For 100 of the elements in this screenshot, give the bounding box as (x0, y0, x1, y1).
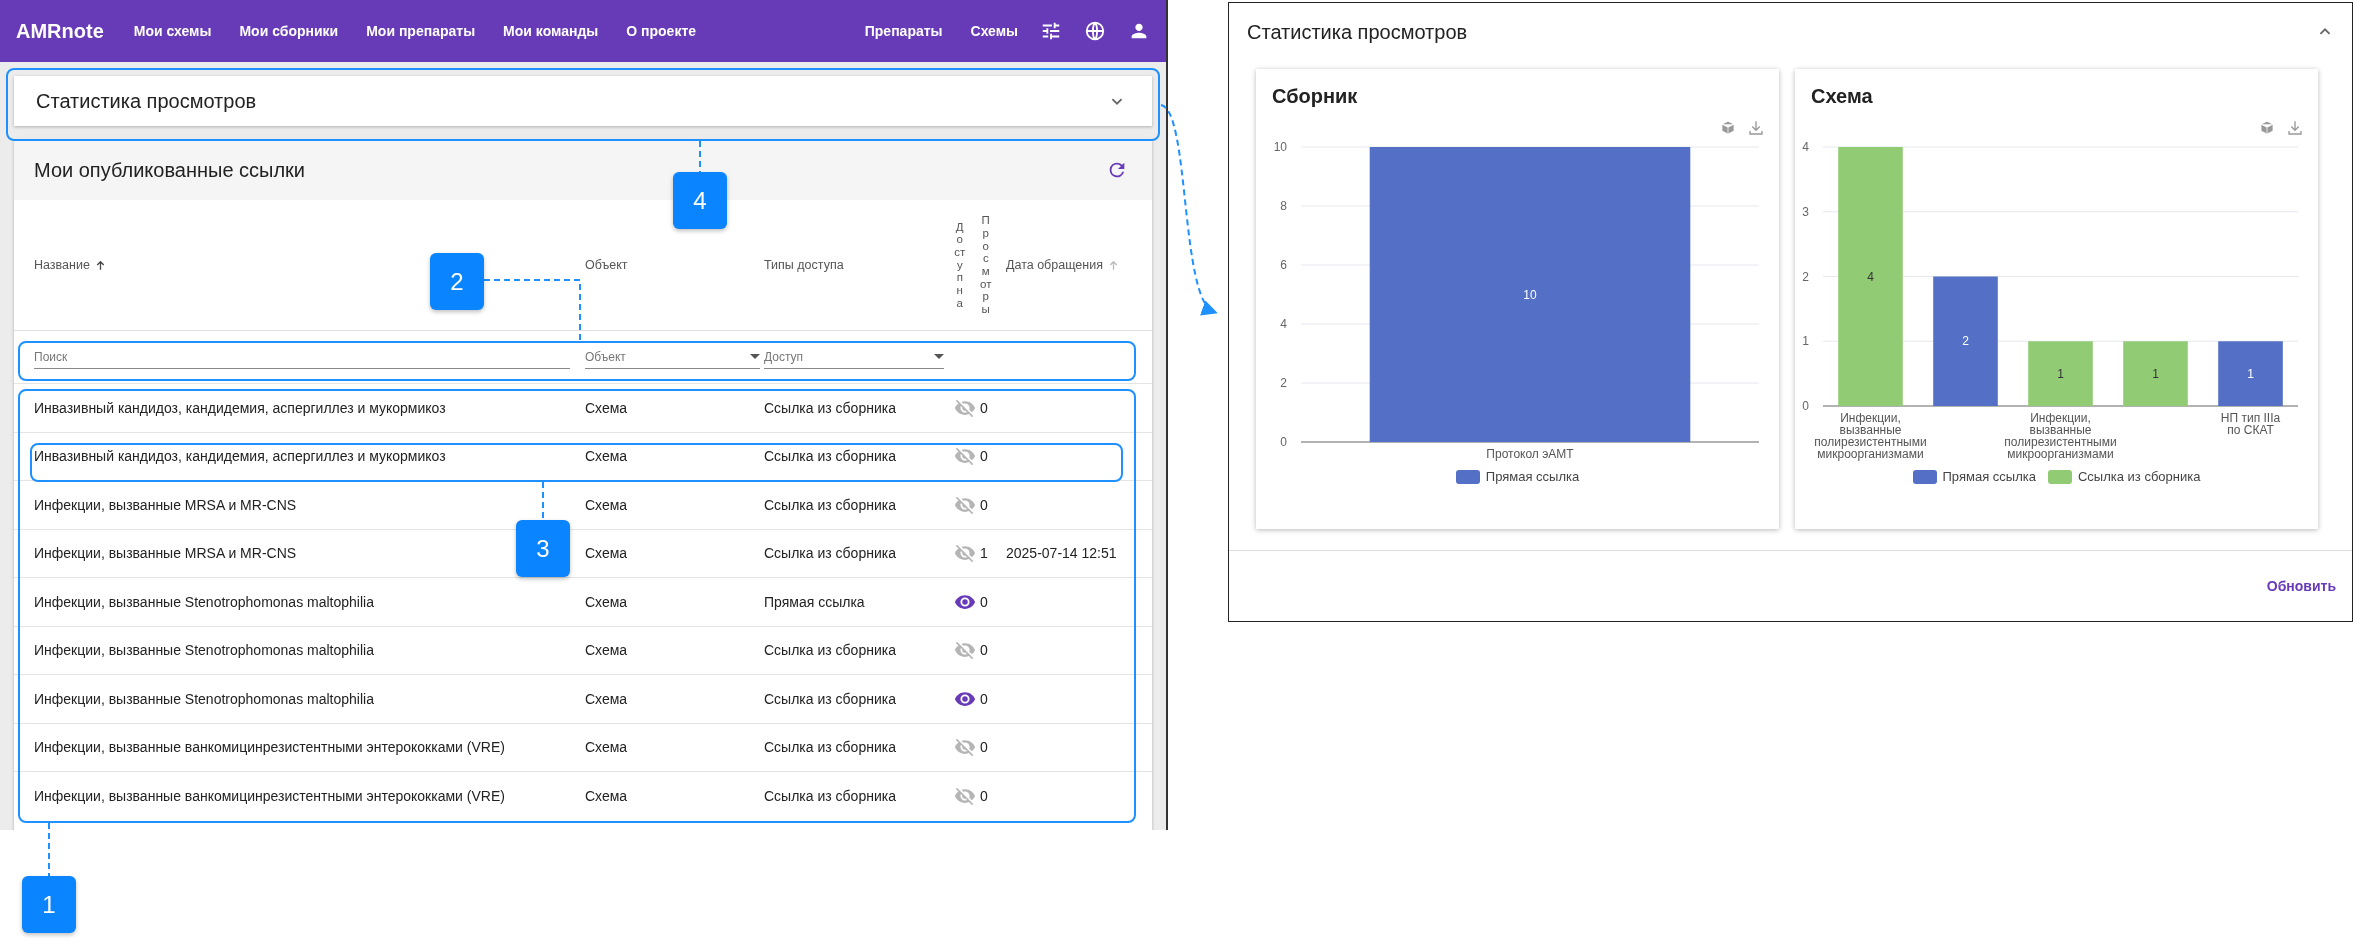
column-header[interactable]: Объект (585, 258, 628, 272)
table-cell: Инфекции, вызванные Stenotrophomonas maltophilia (34, 690, 374, 707)
card-title: Мои опубликованные ссылки (34, 158, 306, 182)
table-cell: Ссылка из сборника (764, 739, 896, 756)
axis-tick-label: 4 (1280, 317, 1287, 331)
nav-link[interactable]: Схемы (970, 23, 1018, 39)
column-header[interactable]: Типы доступа (764, 258, 844, 272)
cube-icon[interactable] (1719, 119, 1737, 137)
callout-badge: 1 (22, 876, 76, 933)
table-cell: Ссылка из сборника (764, 545, 896, 562)
axis-tick-label: 2 (1802, 269, 1809, 284)
refresh-button[interactable]: Обновить (2258, 572, 2344, 600)
table-cell: Схема (585, 545, 628, 562)
table-cell: 0 (980, 496, 988, 513)
callout-badge: 2 (430, 253, 484, 310)
axis-label: Инфекции, вызванные полирезистентными микроорганизмами (1814, 411, 1927, 461)
table-cell: 0 (980, 593, 988, 610)
caret-icon (934, 354, 944, 359)
caret-icon (750, 354, 760, 359)
table-cell: Схема (585, 690, 628, 707)
search-field[interactable]: Поиск (34, 345, 570, 369)
table-cell: Инвазивный кандидоз, кандидемия, аспергиллез и мукормикоз (34, 448, 446, 465)
table-cell: Ссылка из сборника (764, 448, 896, 465)
settings-sliders-icon[interactable] (1040, 20, 1062, 42)
table-cell: Инфекции, вызванные ванкомицинрезистентными энтерококками (VRE) (34, 787, 505, 804)
legend-label[interactable]: Прямая ссылка (1485, 469, 1580, 484)
data-label: 4 (1867, 269, 1874, 284)
data-label: 10 (1523, 287, 1537, 302)
table-cell: 0 (980, 399, 988, 416)
axis-label: Инфекции, вызванные полирезистентными микроорганизмами (2004, 411, 2117, 461)
axis-label: НП тип IIIa по СКАТ (2220, 411, 2281, 437)
axis-tick-label: 3 (1802, 204, 1809, 219)
cube-icon[interactable] (2258, 119, 2276, 137)
table-cell: 0 (980, 739, 988, 756)
table-cell: Ссылка из сборника (764, 642, 896, 659)
nav-link[interactable]: Мои схемы (133, 23, 212, 39)
legend-label[interactable]: Прямая ссылка (1942, 469, 2036, 484)
axis-tick-label: 2 (1280, 376, 1287, 390)
axis-tick-label: 0 (1802, 399, 1809, 413)
axis-tick-label: 1 (1802, 334, 1809, 349)
chart-title: Сборник (1271, 84, 1359, 109)
data-label: 1 (2152, 366, 2159, 381)
axis-label: Протокол эАМТ (1486, 447, 1574, 461)
table-cell: 1 (980, 545, 988, 562)
column-header[interactable]: Название (34, 258, 90, 272)
nav-link[interactable]: Мои команды (503, 23, 599, 39)
column-header[interactable]: Доступна (954, 220, 966, 310)
table-cell: Схема (585, 448, 628, 465)
panel-title: Статистика просмотров (36, 89, 257, 113)
chart-title: Схема (1810, 84, 1874, 109)
table-cell: Схема (585, 642, 628, 659)
table-cell: Инвазивный кандидоз, кандидемия, аспергиллез и мукормикоз (34, 399, 446, 416)
axis-tick-label: 8 (1280, 199, 1287, 213)
table-cell: Ссылка из сборника (764, 496, 896, 513)
table-cell: Инфекции, вызванные MRSA и MR-CNS (34, 545, 297, 562)
globe-icon[interactable] (1084, 20, 1106, 42)
leader-line (699, 140, 701, 173)
leader-line (542, 481, 544, 521)
table-cell: Прямая ссылка (764, 593, 865, 610)
axis-tick-label: 10 (1273, 140, 1287, 154)
table-cell: Схема (585, 593, 628, 610)
callout-badge: 3 (516, 520, 570, 577)
legend-label[interactable]: Ссылка из сборника (2077, 469, 2201, 484)
table-cell: Инфекции, вызванные ванкомицинрезистентными энтерококками (VRE) (34, 739, 505, 756)
download-icon[interactable] (1747, 119, 1765, 137)
axis-tick-label: 4 (1802, 140, 1809, 154)
app-logo[interactable]: AMRnote (16, 19, 104, 43)
table-cell: Схема (585, 496, 628, 513)
axis-tick-label: 0 (1280, 435, 1287, 449)
table-cell: Ссылка из сборника (764, 690, 896, 707)
column-header[interactable]: Просмотры (980, 214, 992, 316)
callout-badge: 4 (673, 172, 727, 229)
object-filter-dropdown[interactable]: Объект (585, 345, 760, 369)
nav-link[interactable]: Препараты (864, 23, 943, 39)
data-label: 1 (2247, 366, 2254, 381)
table-cell: Инфекции, вызванные MRSA и MR-CNS (34, 496, 297, 513)
nav-link[interactable]: Мои препараты (366, 23, 476, 39)
nav-link[interactable]: О проекте (626, 23, 697, 39)
data-label: 2 (1962, 334, 1969, 349)
table-cell: Ссылка из сборника (764, 787, 896, 804)
table-cell: Схема (585, 399, 628, 416)
table-cell: Ссылка из сборника (764, 399, 896, 416)
panel-title: Статистика просмотров (1247, 20, 1468, 44)
data-label: 1 (2057, 366, 2064, 381)
table-cell: 0 (980, 690, 988, 707)
nav-link[interactable]: Мои сборники (239, 23, 339, 39)
table-cell: Схема (585, 739, 628, 756)
table-cell: 2025-07-14 12:51 (1006, 545, 1117, 562)
table-cell: Инфекции, вызванные Stenotrophomonas maltophilia (34, 593, 374, 610)
table-cell: 0 (980, 642, 988, 659)
axis-tick-label: 6 (1280, 258, 1287, 272)
download-icon[interactable] (2286, 119, 2304, 137)
leader-line (48, 822, 50, 877)
table-cell: 0 (980, 787, 988, 804)
table-cell: Схема (585, 787, 628, 804)
access-filter-dropdown[interactable]: Доступ (764, 345, 944, 369)
table-cell: 0 (980, 448, 988, 465)
stats-panel-header[interactable]: Статистика просмотров (14, 76, 1152, 126)
table-cell: Инфекции, вызванные Stenotrophomonas maltophilia (34, 642, 374, 659)
column-header[interactable]: Дата обращения (1006, 258, 1103, 272)
